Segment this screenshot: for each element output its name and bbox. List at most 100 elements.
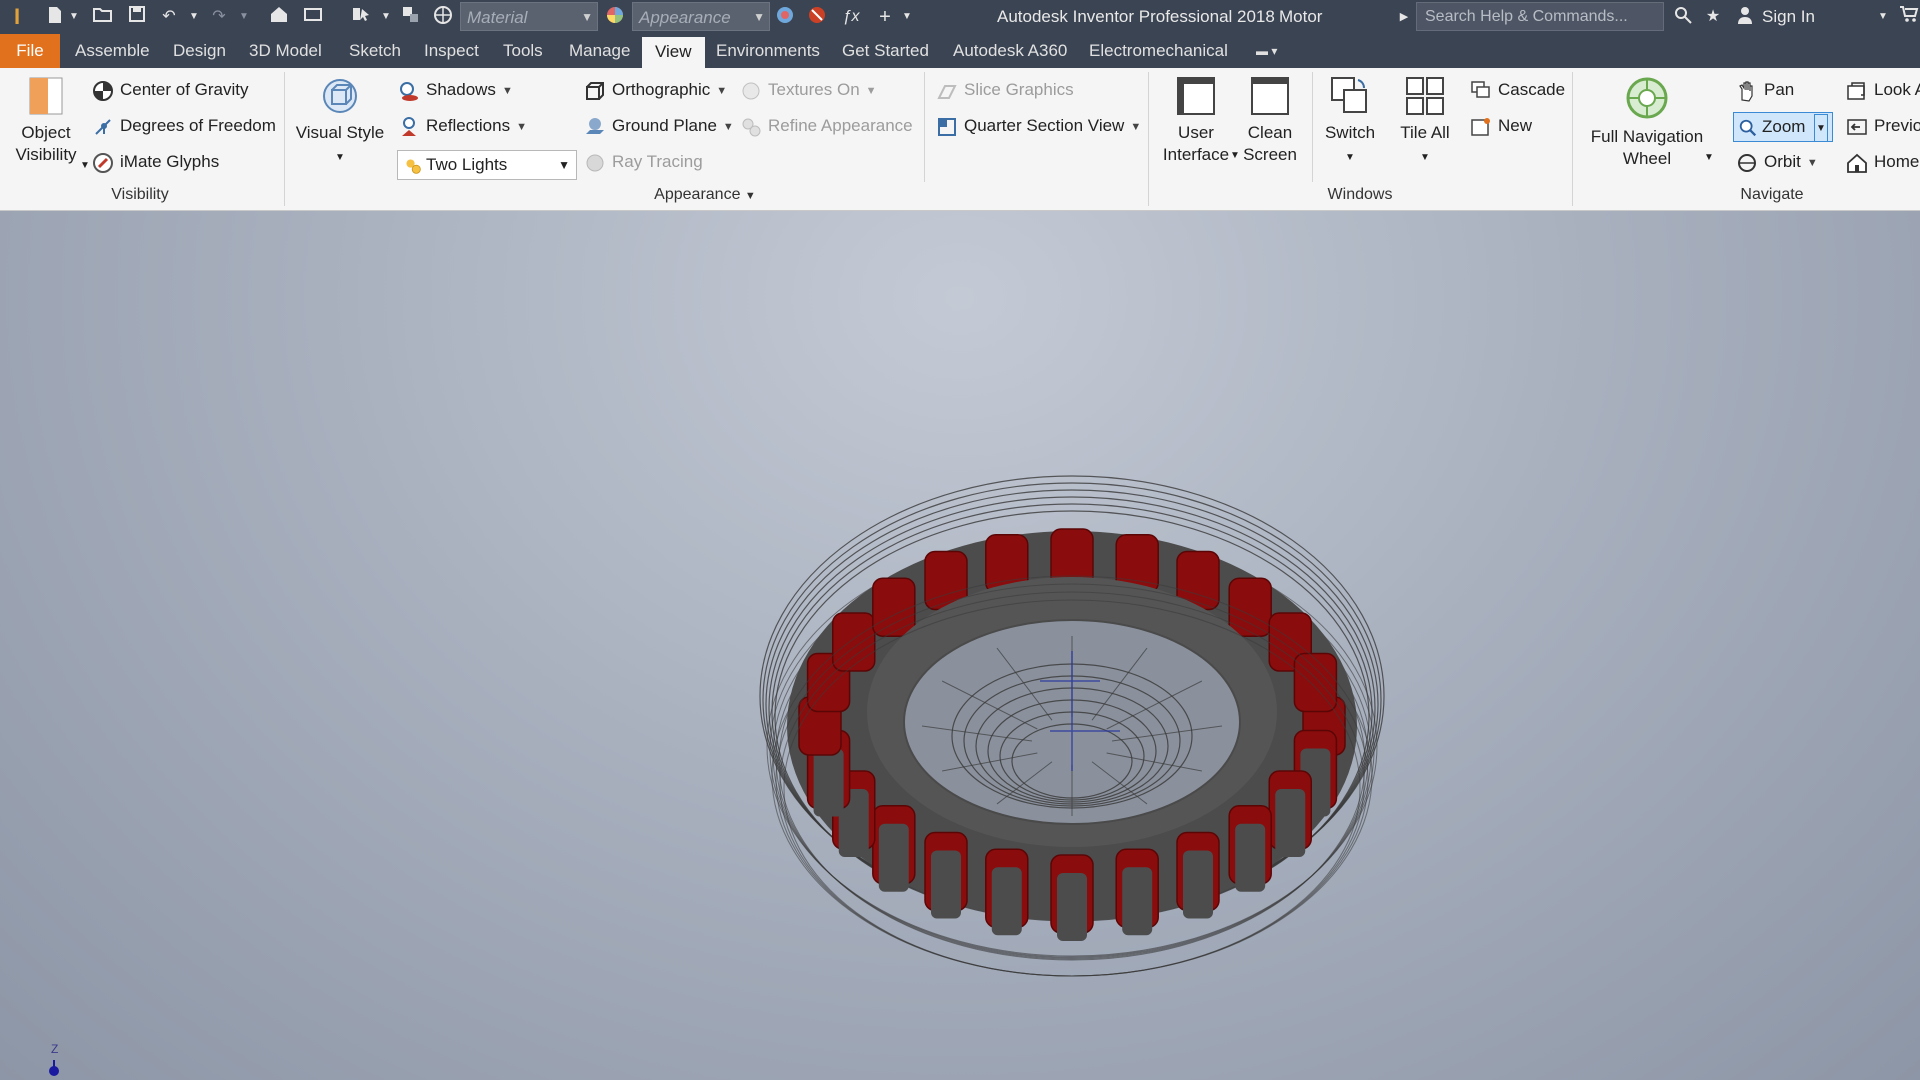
sign-in-dropdown-icon[interactable]: ▼ <box>1876 5 1890 29</box>
update-icon[interactable] <box>302 5 324 29</box>
new-file-icon[interactable] <box>44 5 66 29</box>
degrees-of-freedom-button[interactable]: Degrees of Freedom <box>92 114 276 138</box>
home-icon[interactable] <box>268 5 290 29</box>
imate-glyphs-button[interactable]: iMate Glyphs <box>92 150 219 174</box>
color-override-icon[interactable] <box>400 5 422 29</box>
search-options-icon[interactable] <box>1672 5 1694 29</box>
material-combo[interactable]: Material ▼ <box>460 2 598 31</box>
search-placeholder: Search Help & Commands... <box>1425 8 1628 25</box>
full-navigation-wheel-button[interactable]: Full Navigation Wheel <box>1582 76 1712 170</box>
lighting-style-combo[interactable]: Two Lights ▼ <box>397 150 577 180</box>
shadows-button[interactable]: Shadows ▼ <box>398 78 513 102</box>
save-icon[interactable] <box>126 5 148 29</box>
appearance-combo[interactable]: Appearance ▼ <box>632 2 770 31</box>
center-of-gravity-button[interactable]: Center of Gravity <box>92 78 249 102</box>
undo-dropdown-icon[interactable]: ▼ <box>188 5 200 29</box>
ray-tracing-button[interactable]: Ray Tracing <box>584 150 703 174</box>
expand-search-icon[interactable]: ▶ <box>1398 5 1410 29</box>
add-icon[interactable]: + <box>874 5 896 29</box>
chevron-down-icon: ▼ <box>558 158 570 172</box>
tab-design[interactable]: Design <box>160 34 239 68</box>
panel-display-toggle-icon[interactable]: ▬ ▾ <box>1252 34 1281 68</box>
pan-button[interactable]: Pan <box>1736 78 1794 102</box>
tab-manage[interactable]: Manage <box>556 34 643 68</box>
tab-electromechanical[interactable]: Electromechanical <box>1076 34 1241 68</box>
ray-tracing-label: Ray Tracing <box>612 152 703 171</box>
slice-graphics-button[interactable]: Slice Graphics <box>936 78 1074 102</box>
textures-on-button[interactable]: Textures On ▼ <box>740 78 877 102</box>
switch-button[interactable]: Switch ▼ <box>1318 76 1382 169</box>
appearance-panel-title[interactable]: Appearance ▼ <box>620 186 790 206</box>
tile-all-button[interactable]: Tile All ▼ <box>1390 76 1460 169</box>
full-navigation-wheel-label-2: Wheel <box>1622 149 1672 168</box>
cascade-button[interactable]: Cascade <box>1470 78 1565 102</box>
undo-icon[interactable]: ↶ <box>158 5 180 29</box>
orthographic-button[interactable]: Orthographic ▼ <box>584 78 727 102</box>
user-interface-button[interactable]: User Interface <box>1156 76 1236 166</box>
new-window-button[interactable]: New <box>1470 114 1532 138</box>
clean-screen-label-1: Clean <box>1247 123 1293 142</box>
reflections-button[interactable]: Reflections ▼ <box>398 114 527 138</box>
navigation-wheel-dropdown-icon[interactable]: ▼ <box>1704 146 1714 170</box>
tab-file[interactable]: File <box>0 34 60 68</box>
chevron-down-icon: ▼ <box>865 84 877 97</box>
center-of-gravity-icon <box>93 80 113 101</box>
chevron-down-icon: ▼ <box>744 190 756 202</box>
appearance-sphere-icon[interactable] <box>604 5 626 29</box>
inventor-logo-icon[interactable]: I <box>4 5 30 29</box>
tab-get-started[interactable]: Get Started <box>829 34 942 68</box>
tab-assemble[interactable]: Assemble <box>62 34 163 68</box>
tab-view[interactable]: View <box>642 37 705 68</box>
object-visibility-button[interactable]: Object Visibility <box>8 76 84 166</box>
adjust-appearance-icon[interactable] <box>774 5 796 29</box>
tile-all-icon <box>1406 77 1444 115</box>
tab-autodesk-a360[interactable]: Autodesk A360 <box>940 34 1080 68</box>
zoom-label: Zoom <box>1762 117 1806 136</box>
appearance-placeholder: Appearance <box>639 8 731 27</box>
tab-tools[interactable]: Tools <box>490 34 556 68</box>
tab-environments[interactable]: Environments <box>703 34 833 68</box>
select-icon[interactable] <box>350 5 372 29</box>
view-axis-indicator: Z <box>48 1042 62 1076</box>
customize-dropdown-icon[interactable]: ▼ <box>900 5 914 29</box>
navigate-panel-title: Navigate <box>1740 186 1804 203</box>
clear-appearance-icon[interactable] <box>806 5 828 29</box>
look-at-button[interactable]: Look A <box>1846 78 1920 102</box>
open-folder-icon[interactable] <box>92 5 114 29</box>
select-dropdown-icon[interactable]: ▼ <box>380 5 392 29</box>
quarter-section-view-button[interactable]: Quarter Section View ▼ <box>936 114 1141 138</box>
zoom-dropdown-icon[interactable]: ▼ <box>1814 114 1828 142</box>
refine-appearance-button[interactable]: Refine Appearance <box>740 114 913 138</box>
visual-style-label: Visual Style <box>295 123 385 142</box>
new-dropdown-icon[interactable]: ▼ <box>68 5 80 29</box>
degrees-of-freedom-icon <box>95 118 111 135</box>
pan-hand-icon <box>1739 80 1753 102</box>
sign-in-button[interactable]: Sign In <box>1762 0 1815 34</box>
redo-dropdown-icon[interactable]: ▼ <box>238 5 250 29</box>
home-view-button[interactable]: Home <box>1846 150 1919 174</box>
redo-icon[interactable]: ↷ <box>208 5 230 29</box>
clean-screen-button[interactable]: Clean Screen <box>1236 76 1304 166</box>
globe-icon[interactable] <box>432 5 454 29</box>
home-view-icon <box>1847 153 1867 173</box>
quarter-section-view-label: Quarter Section View <box>964 116 1125 135</box>
refine-appearance-icon <box>742 118 761 137</box>
object-visibility-dropdown-icon[interactable]: ▼ <box>80 154 90 178</box>
look-at-label: Look A <box>1874 80 1920 99</box>
favorites-star-icon[interactable]: ★ <box>1702 5 1724 29</box>
previous-view-button[interactable]: Previo <box>1846 114 1920 138</box>
zoom-magnifier-icon <box>1739 119 1757 136</box>
tab-3d-model[interactable]: 3D Model <box>236 34 335 68</box>
cart-icon[interactable] <box>1898 5 1920 29</box>
motor-assembly <box>759 475 1385 977</box>
search-input[interactable]: Search Help & Commands... <box>1416 2 1664 31</box>
ray-tracing-icon <box>586 154 604 172</box>
ground-plane-button[interactable]: Ground Plane ▼ <box>584 114 734 138</box>
visual-style-button[interactable]: Visual Style ▼ <box>292 76 388 169</box>
parameters-fx-icon[interactable]: ƒx <box>840 5 862 29</box>
reflections-label: Reflections <box>426 116 511 135</box>
tab-inspect[interactable]: Inspect <box>411 34 492 68</box>
graphics-viewport[interactable] <box>0 211 1920 1080</box>
tab-sketch[interactable]: Sketch <box>336 34 414 68</box>
orbit-button[interactable]: Orbit ▼ <box>1736 150 1818 174</box>
